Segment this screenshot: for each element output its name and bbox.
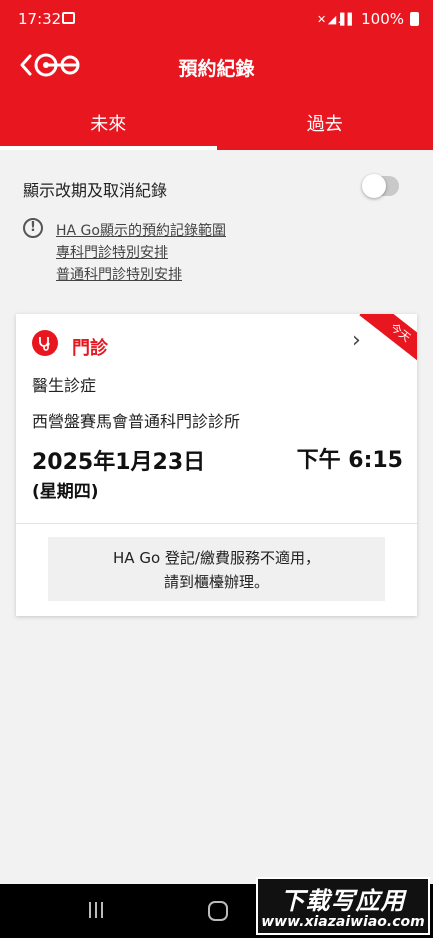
battery-text: 100% <box>361 10 404 28</box>
service-notice: HA Go 登記/繳費服務不適用， 請到櫃檯辦理。 <box>48 537 385 601</box>
watermark-main: 下载写应用 <box>280 887 406 915</box>
show-cancelled-label: 顯示改期及取消紀錄 <box>23 181 168 200</box>
tab-past[interactable]: 過去 <box>217 94 433 150</box>
link-record-scope[interactable]: HA Go顯示的預約記錄範圍 <box>56 220 226 242</box>
info-icon: ! <box>23 218 43 238</box>
appointment-weekday: (星期四) <box>32 482 99 502</box>
show-cancelled-row: 顯示改期及取消紀錄 <box>23 172 403 202</box>
status-bar: 17:32 ✕ ◢ .▌▌ 100% <box>0 0 433 38</box>
status-time: 17:32 <box>18 10 62 28</box>
battery-icon <box>410 12 419 26</box>
show-cancelled-toggle[interactable] <box>362 174 399 198</box>
appointment-type: 門診 <box>72 338 108 359</box>
home-icon[interactable] <box>208 901 228 921</box>
link-general-arrangement[interactable]: 普通科門診特別安排 <box>56 264 226 286</box>
watermark-url: www.xiazaiwiao.com <box>261 914 425 930</box>
page-title: 預約紀錄 <box>178 58 255 80</box>
clinic-name: 西營盤賽馬會普通科門診診所 <box>32 412 241 431</box>
appointment-date: 2025年1月23日 <box>32 450 206 475</box>
app-header: 預約紀錄 <box>0 38 433 94</box>
watermark-logo: 下载写应用 www.xiazaiwiao.com <box>256 877 430 935</box>
appointment-subtype: 醫生診症 <box>32 376 97 395</box>
today-ribbon: 今天 <box>359 314 417 369</box>
tab-future[interactable]: 未來 <box>0 94 217 150</box>
signal-icons: ✕ ◢ .▌▌ <box>317 12 356 26</box>
card-divider <box>16 523 417 524</box>
link-specialist-arrangement[interactable]: 專科門診特別安排 <box>56 242 226 264</box>
info-links: HA Go顯示的預約記錄範圍 專科門診特別安排 普通科門診特別安排 <box>56 220 226 286</box>
chevron-right-icon[interactable]: › <box>352 328 361 353</box>
stethoscope-icon <box>32 330 58 356</box>
status-right: ✕ ◢ .▌▌ 100% <box>317 10 419 28</box>
appointment-time: 下午 6:15 <box>296 448 403 473</box>
tab-bar: 未來 過去 <box>0 94 433 150</box>
notice-line-1: HA Go 登記/繳費服務不適用， <box>113 549 320 567</box>
toggle-knob <box>362 174 386 198</box>
appointment-card[interactable]: 門診 › 今天 醫生診症 西營盤賽馬會普通科門診診所 2025年1月23日 下午… <box>16 314 417 616</box>
recent-apps-icon[interactable] <box>89 902 107 920</box>
notice-line-2: 請到櫃檯辦理。 <box>163 573 269 591</box>
gallery-icon <box>62 12 75 24</box>
